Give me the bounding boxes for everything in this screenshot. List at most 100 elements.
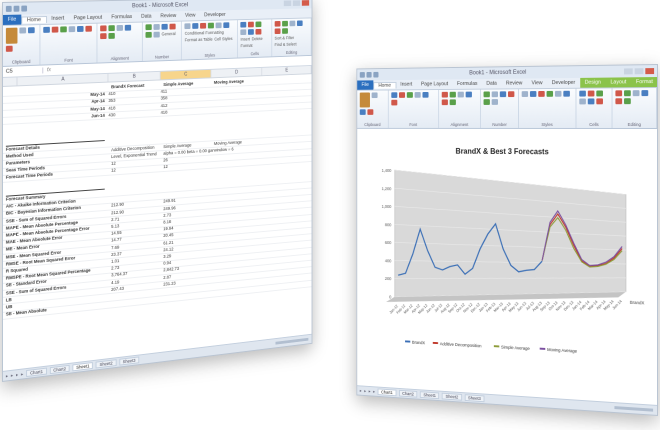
ribbon-command-icon[interactable] xyxy=(414,92,421,98)
ribbon-command-icon[interactable] xyxy=(153,31,160,38)
quick-access-toolbar[interactable] xyxy=(357,71,379,78)
ribbon-command-icon[interactable] xyxy=(633,90,640,97)
worksheet-grid[interactable]: BrandX Forecast Simple Average Moving Aver… xyxy=(2,74,312,357)
cell-c[interactable]: 418 xyxy=(161,107,212,116)
ribbon-command-icon[interactable] xyxy=(184,23,191,30)
paste-icon[interactable] xyxy=(359,92,370,108)
ribbon-command-icon[interactable] xyxy=(483,99,491,105)
ribbon-command-icon[interactable] xyxy=(465,91,472,98)
tab-developer[interactable]: Developer xyxy=(547,80,580,86)
sheet-tab-sheet1[interactable]: Sheet1 xyxy=(72,361,94,372)
ribbon-command-icon[interactable] xyxy=(422,91,429,98)
sheet-tab-sheet3[interactable]: Sheet3 xyxy=(464,394,485,403)
cells-format[interactable]: Format xyxy=(241,43,253,48)
tab-home[interactable]: Home xyxy=(373,81,397,89)
ribbon-command-icon[interactable] xyxy=(391,92,398,98)
ribbon-command-icon[interactable] xyxy=(248,29,255,35)
zoom-slider[interactable] xyxy=(614,406,654,412)
maximize-button[interactable] xyxy=(292,0,301,6)
ribbon-command-icon[interactable] xyxy=(5,45,13,52)
ribbon-command-icon[interactable] xyxy=(161,23,168,30)
close-button[interactable] xyxy=(645,68,655,75)
ribbon-command-icon[interactable] xyxy=(215,22,222,29)
chart-area[interactable]: BrandX & Best 3 Forecasts 0 200 400 600 800 1,… xyxy=(362,142,651,403)
ribbon-command-icon[interactable] xyxy=(521,91,529,97)
save-icon[interactable] xyxy=(359,72,365,78)
ribbon-command-icon[interactable] xyxy=(282,28,288,34)
zoom-slider[interactable] xyxy=(275,337,309,345)
sheet-tab-chart2[interactable]: Chart2 xyxy=(49,364,70,375)
name-box[interactable]: C5 xyxy=(2,67,44,75)
tab-view[interactable]: View xyxy=(527,80,547,86)
save-icon[interactable] xyxy=(5,5,12,12)
ribbon-command-icon[interactable] xyxy=(68,26,75,33)
ribbon-command-icon[interactable] xyxy=(579,98,586,105)
ribbon-command-icon[interactable] xyxy=(100,25,107,32)
ribbon-command-icon[interactable] xyxy=(208,22,215,29)
tab-formulas[interactable]: Formulas xyxy=(107,14,137,20)
cell-b[interactable]: 430 xyxy=(108,110,160,119)
ribbon-command-icon[interactable] xyxy=(200,22,207,29)
line-chart[interactable]: BrandX & Best 3 Forecasts 0 200 400 600 800 1,… xyxy=(362,142,651,401)
tab-developer[interactable]: Developer xyxy=(200,12,230,18)
ribbon-command-icon[interactable] xyxy=(624,90,632,97)
ribbon-command-icon[interactable] xyxy=(116,24,123,31)
tab-home[interactable]: Home xyxy=(21,15,47,24)
ribbon-command-icon[interactable] xyxy=(255,21,262,28)
tab-insert[interactable]: Insert xyxy=(396,82,417,88)
tab-review[interactable]: Review xyxy=(156,13,181,19)
ribbon-command-icon[interactable] xyxy=(76,25,84,32)
cells-delete[interactable]: Delete xyxy=(252,36,263,41)
ribbon-command-icon[interactable] xyxy=(371,92,378,99)
editing-find-select[interactable]: Find & Select xyxy=(275,42,297,47)
ribbon-command-icon[interactable] xyxy=(449,91,456,98)
sheet-tab-chart2[interactable]: Chart2 xyxy=(398,389,418,398)
ribbon-command-icon[interactable] xyxy=(240,21,247,28)
nav-prev-icon[interactable]: ▸ xyxy=(11,372,13,378)
sheet-tab-chart1[interactable]: Chart1 xyxy=(26,367,47,378)
ribbon-command-icon[interactable] xyxy=(145,31,152,38)
legend-entry[interactable]: Simple Average xyxy=(501,344,530,351)
tab-data[interactable]: Data xyxy=(482,81,502,87)
ribbon-command-icon[interactable] xyxy=(153,24,160,30)
ribbon-command-icon[interactable] xyxy=(441,99,448,106)
legend-entry[interactable]: Moving Average xyxy=(547,347,578,354)
ribbon-command-icon[interactable] xyxy=(43,26,50,33)
ribbon-command-icon[interactable] xyxy=(398,92,405,98)
ribbon-command-icon[interactable] xyxy=(248,21,255,28)
ribbon-command-icon[interactable] xyxy=(615,90,623,97)
ribbon-command-icon[interactable] xyxy=(546,90,554,97)
nav-first-icon[interactable]: ▸ xyxy=(360,388,362,394)
number-format-select[interactable]: General xyxy=(161,31,175,37)
sheet-tab-sheet1[interactable]: Sheet1 xyxy=(419,391,440,400)
ribbon-command-icon[interactable] xyxy=(530,91,537,97)
ribbon-command-icon[interactable] xyxy=(555,90,562,97)
ribbon-command-icon[interactable] xyxy=(60,26,67,33)
ribbon-command-icon[interactable] xyxy=(28,27,35,34)
cells-insert[interactable]: Insert xyxy=(241,37,251,42)
ribbon-command-icon[interactable] xyxy=(85,25,92,32)
legend-entry[interactable]: Additive Decomposition xyxy=(440,341,482,348)
ribbon-command-icon[interactable] xyxy=(108,32,115,39)
nav-last-icon[interactable]: ▸ xyxy=(373,389,375,395)
nav-next-icon[interactable]: ▸ xyxy=(369,388,371,394)
ribbon-command-icon[interactable] xyxy=(359,109,366,115)
ribbon-command-icon[interactable] xyxy=(406,92,413,98)
tab-file[interactable]: File xyxy=(2,14,22,25)
ribbon-command-icon[interactable] xyxy=(483,91,491,98)
ribbon-command-icon[interactable] xyxy=(491,99,499,105)
tab-format[interactable]: Format xyxy=(631,77,658,88)
excel-window-data[interactable]: Book1 - Microsoft Excel File Home Insert Pa… xyxy=(2,0,313,382)
ribbon-command-icon[interactable] xyxy=(579,90,586,97)
styles-conditional-formatting[interactable]: Conditional Formatting xyxy=(185,30,224,36)
ribbon-command-icon[interactable] xyxy=(391,99,398,106)
tab-insert[interactable]: Insert xyxy=(47,16,69,22)
ribbon-command-icon[interactable] xyxy=(282,20,288,27)
tab-view[interactable]: View xyxy=(181,13,200,19)
tab-layout[interactable]: Layout xyxy=(605,77,632,88)
ribbon-command-icon[interactable] xyxy=(145,24,152,31)
ribbon-command-icon[interactable] xyxy=(538,90,546,97)
ribbon-command-icon[interactable] xyxy=(587,98,595,105)
tab-design[interactable]: Design xyxy=(579,77,606,88)
sheet-tab-sheet3[interactable]: Sheet3 xyxy=(119,356,140,366)
